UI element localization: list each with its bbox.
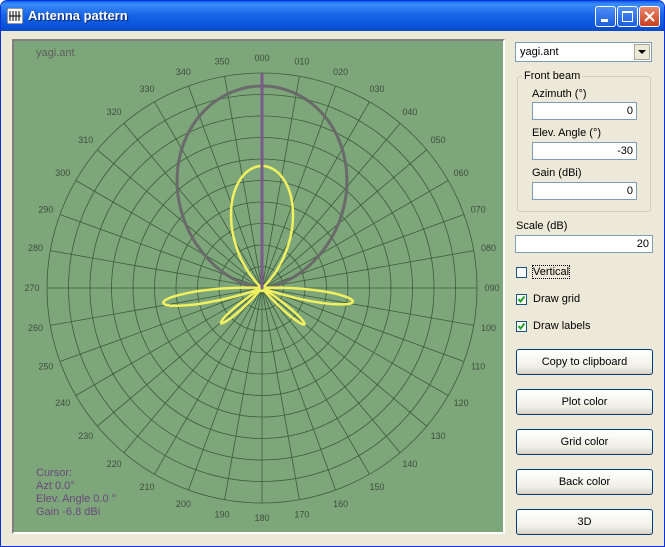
cursor-readout: Cursor: Azt 0.0° Elev. Angle 0.0 ° Gain … [36, 467, 116, 519]
checkmark-icon [517, 322, 526, 331]
draw-labels-label[interactable]: Draw labels [533, 320, 590, 332]
azimuth-tick-label: 140 [402, 459, 417, 469]
azimuth-tick-label: 310 [78, 135, 93, 145]
azimuth-tick-label: 060 [454, 168, 469, 178]
draw-grid-label[interactable]: Draw grid [533, 293, 580, 305]
azimuth-tick-label: 280 [28, 243, 43, 253]
draw-grid-checkbox[interactable] [516, 294, 527, 305]
azimuth-tick-label: 200 [176, 499, 191, 509]
azimuth-tick-label: 350 [215, 56, 230, 66]
azimuth-tick-label: 090 [484, 283, 499, 293]
azimuth-tick-label: 020 [333, 67, 348, 77]
cursor-elevation: Elev. Angle 0.0 ° [36, 493, 117, 505]
azimuth-tick-label: 320 [107, 107, 122, 117]
azimuth-tick-label: 160 [333, 499, 348, 509]
cursor-gain: Gain -6.8 dBi [36, 506, 101, 518]
azimuth-tick-label: 330 [139, 84, 154, 94]
azimuth-tick-label: 340 [176, 67, 191, 77]
azimuth-tick-label: 040 [402, 107, 417, 117]
close-icon [644, 11, 655, 22]
azimuth-tick-label: 030 [369, 84, 384, 94]
azimuth-tick-label: 240 [55, 398, 70, 408]
scale-field[interactable]: 20 [515, 235, 653, 253]
gain-label: Gain (dBi) [532, 167, 582, 179]
azimuth-tick-label: 080 [481, 243, 496, 253]
azimuth-tick-label: 070 [471, 204, 486, 214]
azimuth-tick-label: 050 [431, 135, 446, 145]
checkmark-icon [517, 295, 526, 304]
elev-angle-field[interactable]: -30 [532, 142, 637, 160]
app-icon [7, 8, 23, 24]
antenna-file-value: yagi.ant [520, 46, 559, 58]
minimize-icon [601, 19, 608, 22]
grid-spoke [123, 123, 263, 289]
maximize-icon [622, 11, 633, 22]
scale-label: Scale (dB) [516, 220, 568, 232]
minimize-button[interactable] [595, 6, 616, 27]
azimuth-tick-label: 250 [38, 362, 53, 372]
antenna-pattern-window: Antenna pattern 000 010 020 030 040 050 060 070… [0, 0, 665, 547]
azimuth-tick-label: 290 [38, 204, 53, 214]
azimuth-tick-label: 120 [454, 398, 469, 408]
cursor-title: Cursor: [36, 467, 73, 479]
gain-field[interactable]: 0 [532, 182, 637, 200]
azimuth-tick-label: 000 [254, 53, 269, 63]
close-button[interactable] [639, 6, 660, 27]
front-beam-legend: Front beam [522, 70, 583, 82]
elev-angle-label: Elev. Angle (°) [532, 127, 602, 139]
grid-color-button[interactable]: Grid color [516, 429, 653, 455]
grid-spoke [261, 149, 427, 289]
dropdown-button[interactable] [634, 44, 650, 60]
grid-spoke [123, 287, 263, 453]
3d-button[interactable]: 3D [516, 509, 653, 535]
azimuth-tick-label: 130 [431, 431, 446, 441]
vertical-checkbox[interactable] [516, 267, 527, 278]
chevron-down-icon [638, 50, 646, 54]
grid-spoke [261, 287, 427, 427]
azimuth-tick-label: 110 [471, 362, 485, 372]
azimuth-tick-label: 170 [294, 510, 309, 520]
back-color-button[interactable]: Back color [516, 469, 653, 495]
azimuth-tick-label: 150 [369, 482, 384, 492]
polar-plot-canvas[interactable]: 000 010 020 030 040 050 060 070 080 090 100 110 120 1… [14, 41, 503, 532]
maximize-button[interactable] [617, 6, 638, 27]
window-title: Antenna pattern [28, 8, 128, 23]
cursor-azimuth: Azt 0.0° [36, 480, 75, 492]
plot-color-button[interactable]: Plot color [516, 389, 653, 415]
antenna-plot[interactable]: 000 010 020 030 040 050 060 070 080 090 100 110 120 1… [12, 39, 505, 534]
azimuth-label: Azimuth (°) [532, 88, 587, 100]
grid-spoke [261, 287, 401, 453]
azimuth-tick-label: 270 [24, 283, 39, 293]
azimuth-tick-label: 260 [28, 323, 43, 333]
azimuth-tick-label: 100 [481, 323, 496, 333]
azimuth-field[interactable]: 0 [532, 102, 637, 120]
title-bar[interactable]: Antenna pattern [1, 1, 664, 31]
azimuth-tick-label: 190 [215, 510, 230, 520]
azimuth-tick-label: 010 [294, 56, 309, 66]
draw-labels-checkbox[interactable] [516, 321, 527, 332]
azimuth-tick-label: 300 [55, 168, 70, 178]
grid-spoke [97, 287, 263, 427]
azimuth-tick-label: 180 [254, 513, 269, 523]
azimuth-tick-label: 210 [139, 482, 154, 492]
vertical-label[interactable]: Vertical [531, 265, 571, 279]
plot-file-label: yagi.ant [36, 47, 75, 59]
grid-spoke [97, 149, 263, 289]
grid-spoke [261, 123, 401, 289]
azimuth-tick-label: 230 [78, 431, 93, 441]
antenna-file-select[interactable]: yagi.ant [515, 42, 652, 62]
copy-to-clipboard-button[interactable]: Copy to clipboard [516, 349, 653, 375]
